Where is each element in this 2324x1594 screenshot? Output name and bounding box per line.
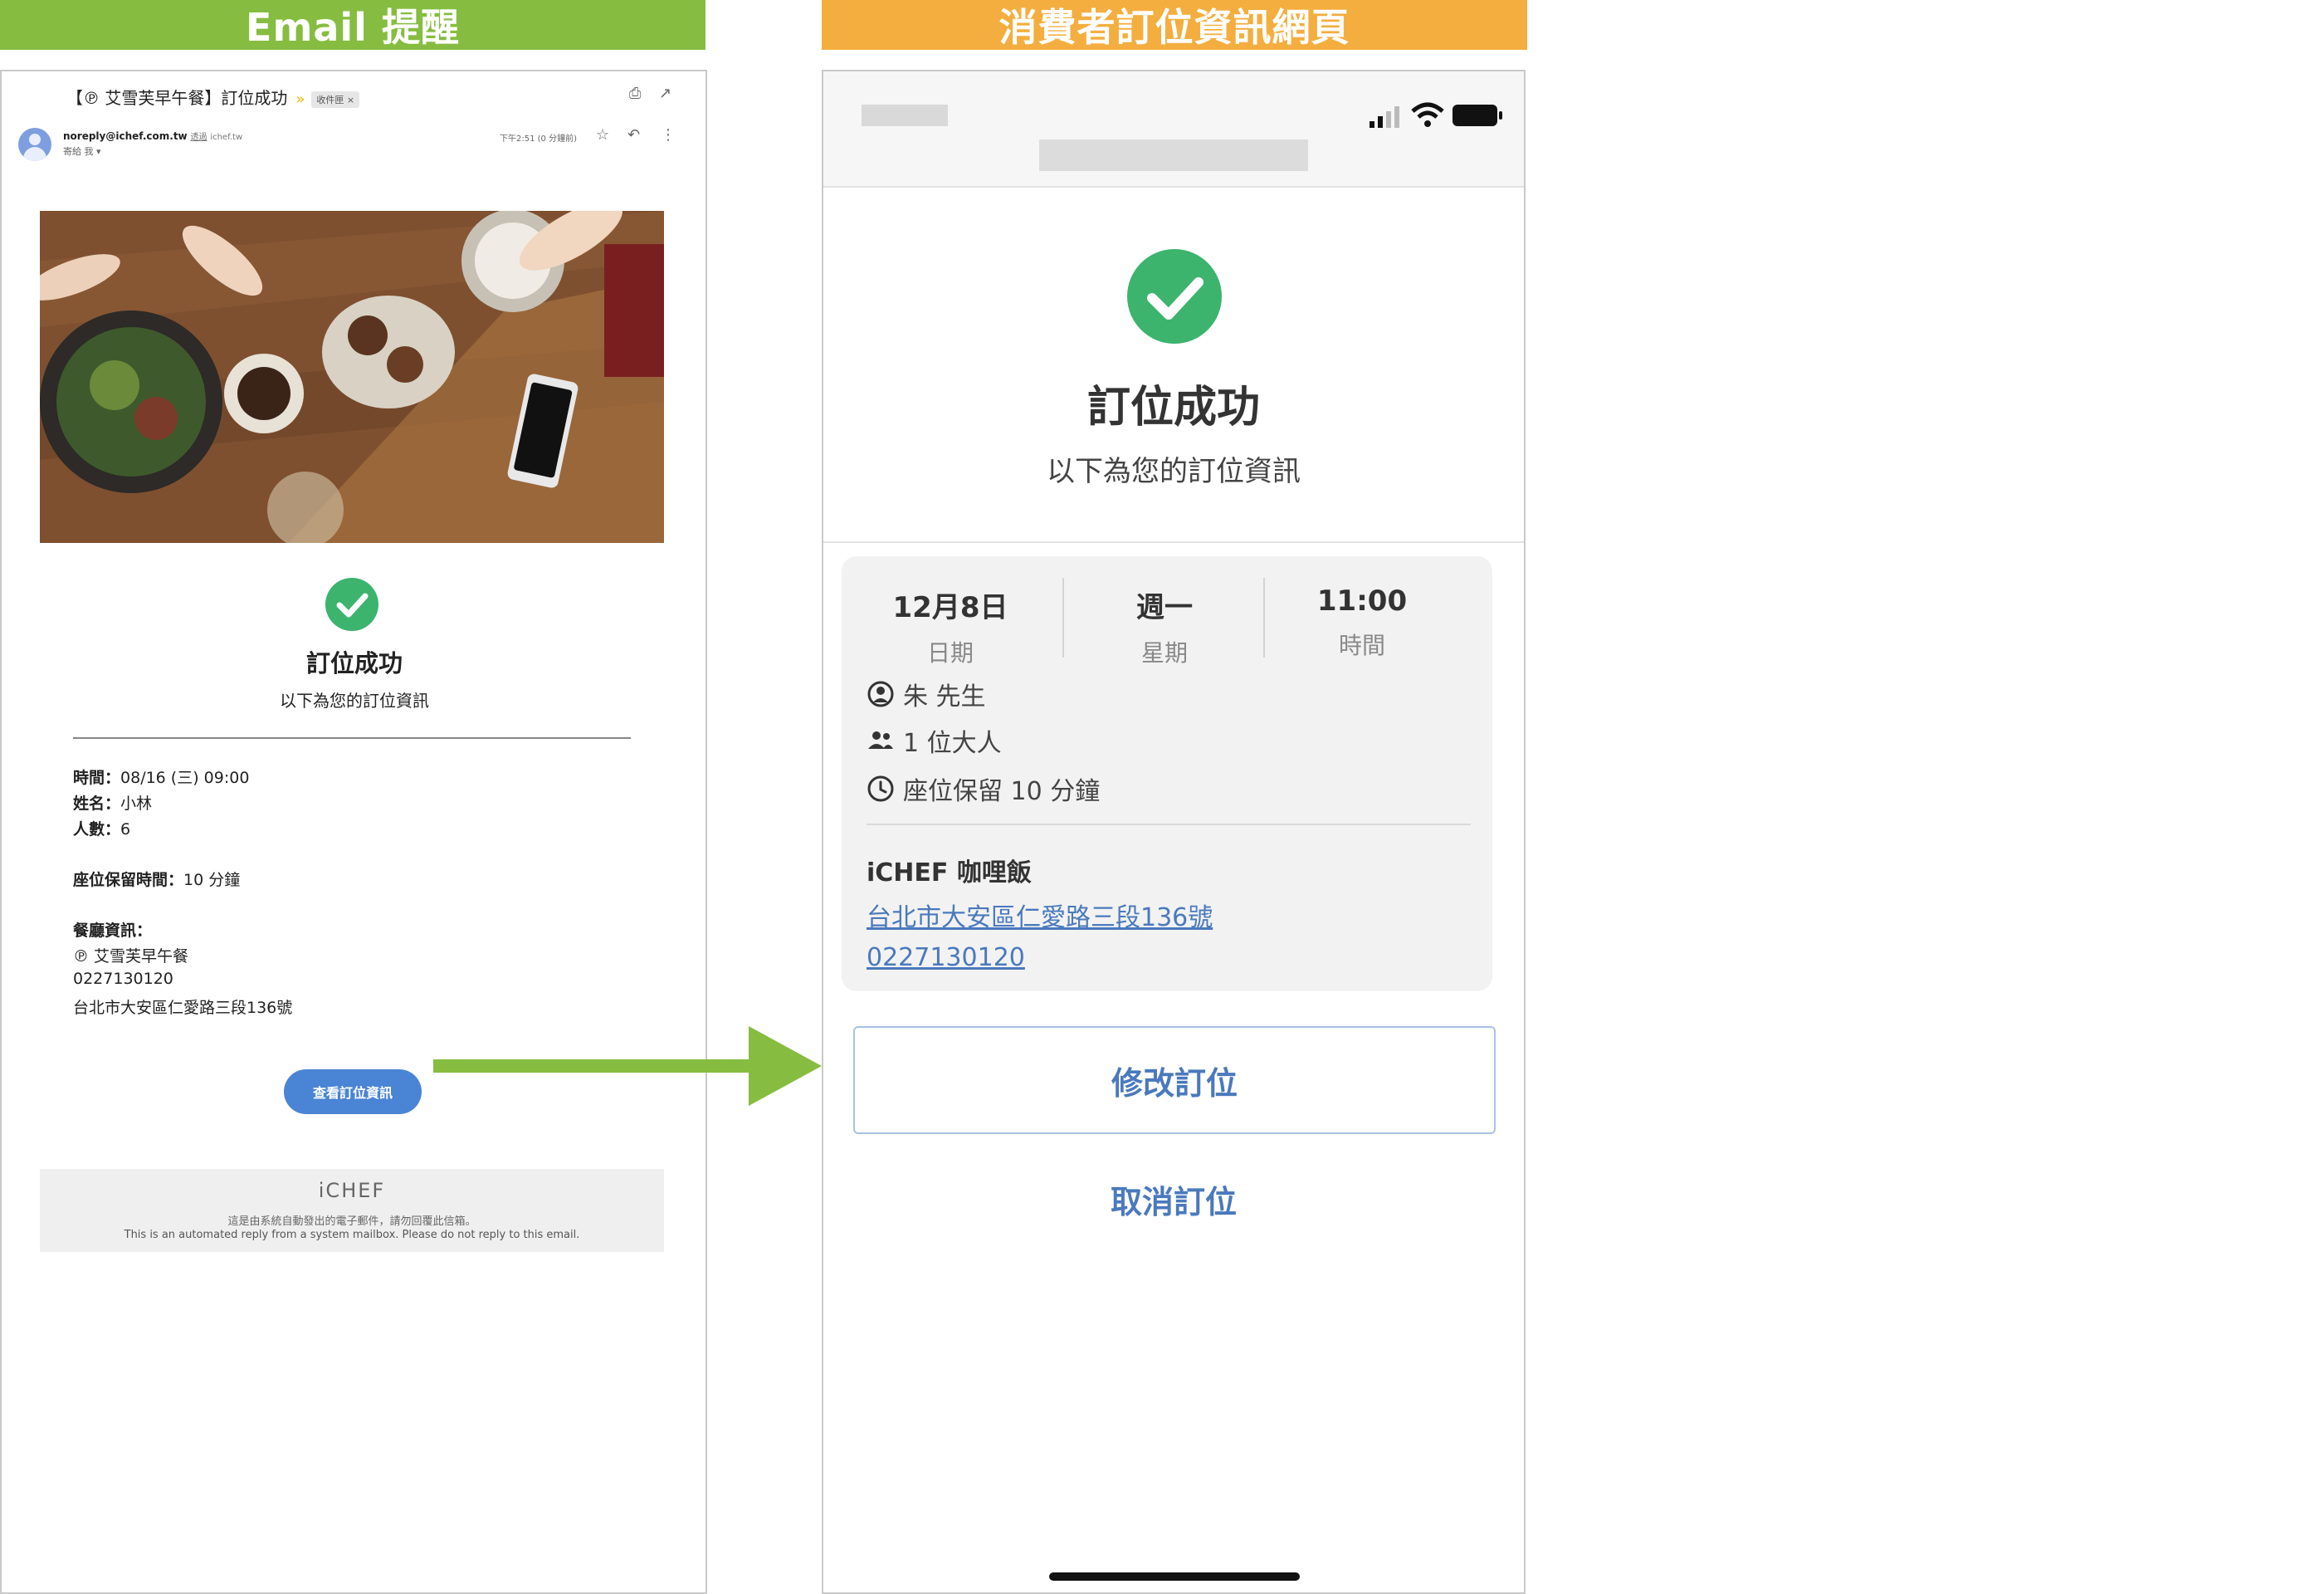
restaurant-name: iCHEF 咖哩飯 bbox=[867, 858, 1032, 887]
web-banner: 消費者訂位資訊網頁 bbox=[822, 0, 1527, 50]
wifi-icon bbox=[1411, 102, 1444, 127]
date-value: 12月8日 bbox=[892, 591, 1008, 624]
phone-link[interactable]: 0227130120 bbox=[867, 943, 1025, 972]
reservation-card: 12月8日 日期 週一 星期 11:00 時間 朱 先生 1 位大人 座位保留 … bbox=[842, 556, 1492, 991]
guest-name: 朱 先生 bbox=[903, 682, 986, 711]
web-success-title: 訂位成功 bbox=[1086, 383, 1260, 433]
email-subject-text: 【℗ 艾雪芙早午餐】訂位成功 bbox=[66, 88, 288, 108]
avatar[interactable] bbox=[18, 128, 51, 161]
hold-time: 座位保留 10 分鐘 bbox=[903, 777, 1101, 806]
detail-people: 人數：6 bbox=[73, 820, 131, 839]
star-icon[interactable]: ☆ bbox=[596, 126, 609, 144]
card-divider bbox=[867, 824, 1471, 825]
weekday-label: 星期 bbox=[1140, 639, 1188, 667]
success-check-icon-large bbox=[1127, 249, 1222, 344]
email-success-title: 訂位成功 bbox=[305, 649, 403, 677]
detail-name: 姓名：小林 bbox=[73, 795, 153, 813]
sender-email[interactable]: noreply@ichef.com.tw bbox=[63, 130, 188, 142]
guest-name-row: 朱 先生 bbox=[867, 676, 986, 712]
user-circle-icon bbox=[867, 681, 894, 707]
success-check-icon bbox=[325, 578, 378, 631]
time-column: 11:00 時間 bbox=[1267, 584, 1457, 661]
battery-icon bbox=[1452, 105, 1502, 126]
reply-icon[interactable]: ↶ bbox=[627, 126, 640, 144]
email-panel: 【℗ 艾雪芙早午餐】訂位成功 » 收件匣 × ⎙ ↗ noreply@ichef.c… bbox=[0, 70, 707, 1594]
status-time-placeholder bbox=[862, 105, 948, 126]
ichef-logo: iCHEF bbox=[318, 1179, 386, 1202]
print-icon[interactable]: ⎙ bbox=[629, 85, 641, 102]
more-vert-icon[interactable]: ⋮ bbox=[661, 126, 676, 144]
sender-line: noreply@ichef.com.tw 透過 ichef.tw bbox=[63, 130, 242, 142]
email-subject: 【℗ 艾雪芙早午餐】訂位成功 » 收件匣 × bbox=[66, 85, 360, 109]
detail-hold-time: 座位保留時間：10 分鐘 bbox=[73, 871, 241, 889]
hero-image bbox=[40, 211, 664, 543]
column-divider bbox=[1062, 578, 1064, 658]
signal-icon bbox=[1370, 106, 1399, 128]
email-banner: Email 提醒 bbox=[0, 0, 706, 50]
food-photo bbox=[40, 211, 664, 543]
flow-arrow bbox=[433, 1026, 822, 1106]
email-success-subtitle: 以下為您的訂位資訊 bbox=[280, 691, 429, 711]
clock-icon bbox=[867, 775, 894, 802]
home-indicator[interactable] bbox=[1049, 1572, 1300, 1581]
detail-restaurant-label: 餐廳資訊： bbox=[73, 922, 153, 940]
sender-via: 透過 bbox=[190, 133, 208, 142]
hold-time-row: 座位保留 10 分鐘 bbox=[867, 770, 1100, 807]
detail-restaurant-name: ℗ 艾雪芙早午餐 bbox=[73, 947, 189, 966]
important-marker-icon[interactable]: » bbox=[295, 90, 305, 108]
address-link[interactable]: 台北市大安區仁愛路三段136號 bbox=[867, 897, 1213, 933]
footer-notice-zh: 這是由系統自動發出的電子郵件，請勿回覆此信箱。 bbox=[227, 1215, 476, 1228]
view-reservation-button[interactable]: 查看訂位資訊 bbox=[284, 1069, 422, 1114]
detail-time: 時間：08/16 (三) 09:00 bbox=[73, 769, 250, 787]
web-panel: 訂位成功 以下為您的訂位資訊 12月8日 日期 週一 星期 11:00 時間 朱… bbox=[822, 70, 1526, 1594]
date-label: 日期 bbox=[926, 639, 974, 667]
url-bar-placeholder[interactable] bbox=[1039, 139, 1308, 171]
people-icon bbox=[868, 731, 893, 749]
detail-restaurant-phone: 0227130120 bbox=[73, 970, 173, 988]
web-divider bbox=[823, 541, 1524, 543]
date-column: 12月8日 日期 bbox=[855, 584, 1046, 668]
footer-notice-en: This is an automated reply from a system… bbox=[124, 1229, 580, 1241]
cancel-reservation-button[interactable]: 取消訂位 bbox=[823, 1166, 1524, 1232]
inbox-badge[interactable]: 收件匣 × bbox=[311, 90, 360, 108]
party-size-row: 1 位大人 bbox=[867, 722, 1002, 759]
web-success-subtitle: 以下為您的訂位資訊 bbox=[1047, 455, 1301, 488]
weekday-column: 週一 星期 bbox=[1069, 584, 1260, 668]
modify-reservation-button[interactable]: 修改訂位 bbox=[853, 1026, 1496, 1134]
sender-domain: ichef.tw bbox=[210, 133, 243, 142]
detail-restaurant-address: 台北市大安區仁愛路三段136號 bbox=[73, 999, 293, 1017]
phone-status-bar bbox=[823, 71, 1524, 188]
open-new-window-icon[interactable]: ↗ bbox=[659, 85, 671, 102]
column-divider bbox=[1263, 578, 1265, 658]
email-time: 下午2:51 (0 分鐘前) bbox=[500, 134, 577, 144]
email-divider bbox=[73, 737, 631, 739]
time-value: 11:00 bbox=[1316, 584, 1408, 618]
party-size: 1 位大人 bbox=[903, 729, 1002, 758]
time-label: 時間 bbox=[1338, 632, 1385, 659]
weekday-value: 週一 bbox=[1136, 591, 1193, 624]
to-line[interactable]: 寄給 我 ▾ bbox=[63, 144, 101, 158]
email-footer: iCHEF 這是由系統自動發出的電子郵件，請勿回覆此信箱。 This is an… bbox=[40, 1169, 664, 1252]
